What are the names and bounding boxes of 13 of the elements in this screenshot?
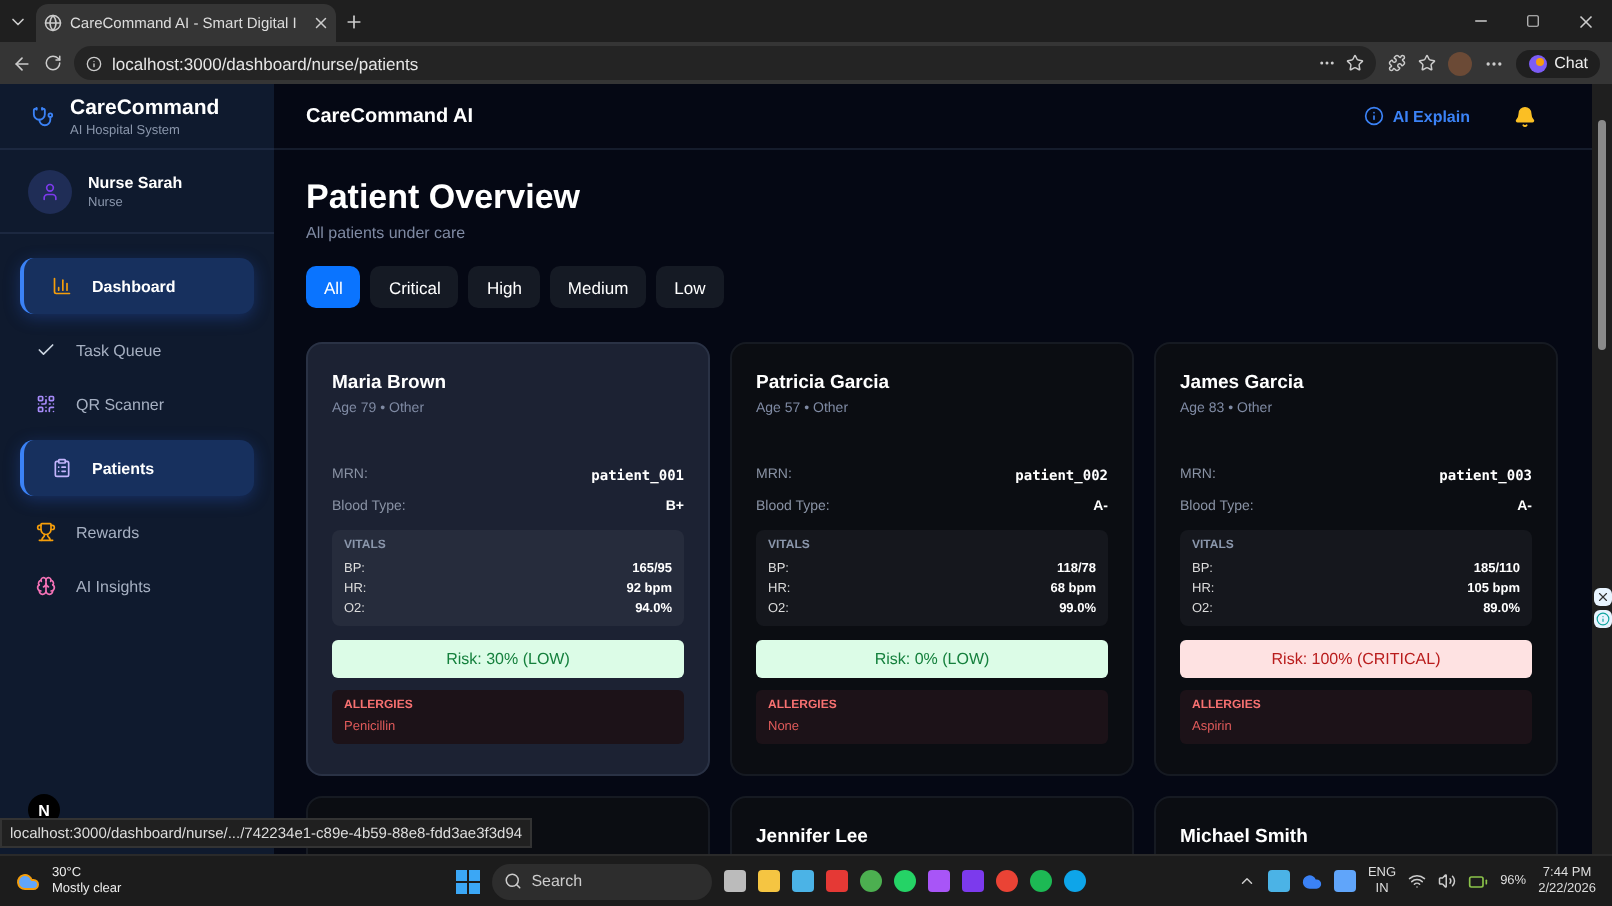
patient-name: Patricia Garcia — [756, 372, 892, 394]
patient-name: Maria Brown — [332, 372, 449, 394]
brand-name: CareCommand — [70, 95, 220, 119]
risk-badge: Risk: 100% (CRITICAL) — [1180, 640, 1532, 678]
app-title: CareCommand AI — [306, 105, 476, 127]
risk-badge: Risk: 30% (LOW) — [332, 640, 684, 678]
page-subtitle: All patients under care — [306, 224, 468, 242]
patient-name: Jennifer Lee — [756, 826, 870, 848]
patient-name: James Garcia — [1180, 372, 1306, 394]
page-title: Patient Overview — [306, 178, 583, 218]
risk-badge: Risk: 0% (LOW) — [756, 640, 1108, 678]
patient-name: Michael Smith — [1180, 826, 1310, 848]
user-name: Nurse Sarah — [88, 173, 183, 191]
